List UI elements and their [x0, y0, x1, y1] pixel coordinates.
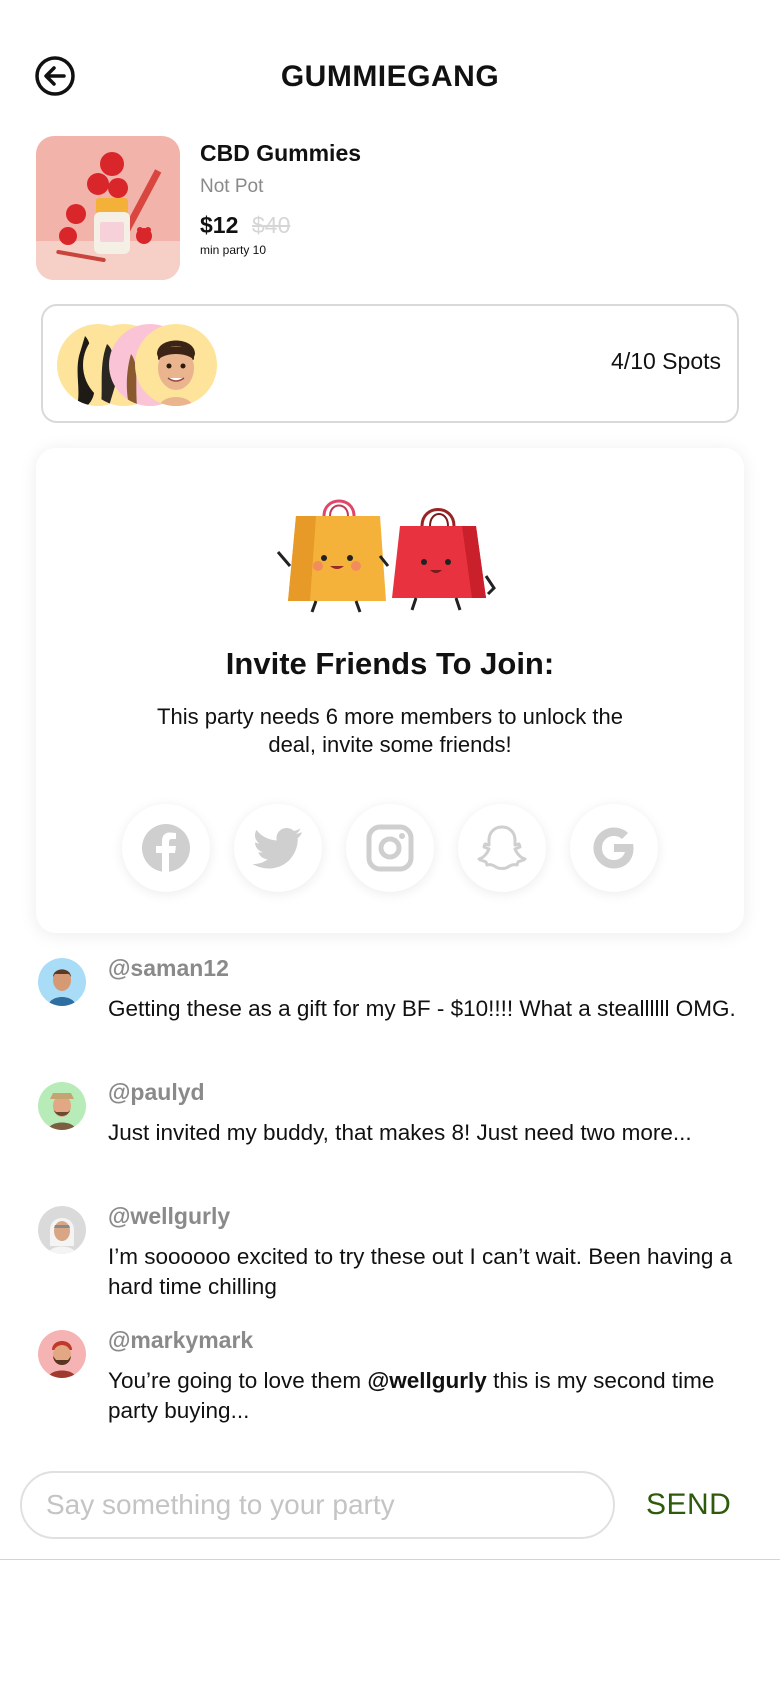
invite-title: Invite Friends To Join: [225, 646, 555, 681]
avatar[interactable] [38, 958, 86, 1006]
message-composer: SEND [0, 1450, 780, 1560]
shopping-bags-illustration [276, 496, 506, 616]
avatar[interactable] [38, 1330, 86, 1378]
facebook-icon [142, 824, 190, 872]
snapchat-share-button[interactable] [458, 804, 546, 892]
comment-text: I’m soooooo excited to try these out I c… [108, 1244, 733, 1299]
social-share-row [122, 804, 662, 894]
google-icon [593, 827, 634, 869]
comment-username[interactable]: @saman12 [108, 955, 229, 982]
google-share-button[interactable] [570, 804, 658, 892]
invite-description: This party needs 6 more members to unloc… [157, 704, 623, 757]
sale-price: $12 [200, 212, 239, 238]
twitter-share-button[interactable] [234, 804, 322, 892]
comment-text: You’re going to love them @wellgurly thi… [108, 1366, 748, 1426]
product-brand: Not Pot [200, 176, 264, 197]
comment-username[interactable]: @paulyd [108, 1079, 205, 1106]
page-title: GUMMIEGANG [280, 60, 500, 93]
message-input[interactable] [20, 1471, 615, 1539]
facebook-share-button[interactable] [122, 804, 210, 892]
snapchat-icon [477, 825, 527, 870]
product-summary[interactable]: CBD Gummies Not Pot $12 $40 min party 10 [36, 136, 746, 280]
avatar[interactable] [38, 1206, 86, 1254]
instagram-icon [366, 824, 414, 872]
member-avatar [135, 324, 217, 406]
comment-username[interactable]: @markymark [108, 1327, 253, 1354]
top-bar: GUMMIEGANG [0, 50, 780, 106]
instagram-share-button[interactable] [346, 804, 434, 892]
comment-text: Just invited my buddy, that makes 8! Jus… [108, 1120, 692, 1145]
comment-text: Getting these as a gift for my BF - $10!… [108, 996, 736, 1021]
invite-card: Invite Friends To Join: This party needs… [36, 448, 744, 933]
product-image [36, 136, 180, 280]
spots-count: 4/10 Spots [611, 348, 721, 374]
member-avatars [57, 324, 257, 406]
twitter-icon [253, 828, 302, 869]
original-price: $40 [252, 212, 291, 238]
avatar[interactable] [38, 1082, 86, 1130]
min-party-label: min party 10 [200, 243, 267, 257]
send-button[interactable]: SEND [646, 1488, 731, 1522]
comment-text-part: You’re going to love them [108, 1368, 368, 1393]
mention-link[interactable]: @wellgurly [367, 1368, 486, 1393]
party-spots-card[interactable]: 4/10 Spots [41, 304, 739, 423]
product-name: CBD Gummies [200, 140, 362, 166]
comment-username[interactable]: @wellgurly [108, 1203, 230, 1230]
